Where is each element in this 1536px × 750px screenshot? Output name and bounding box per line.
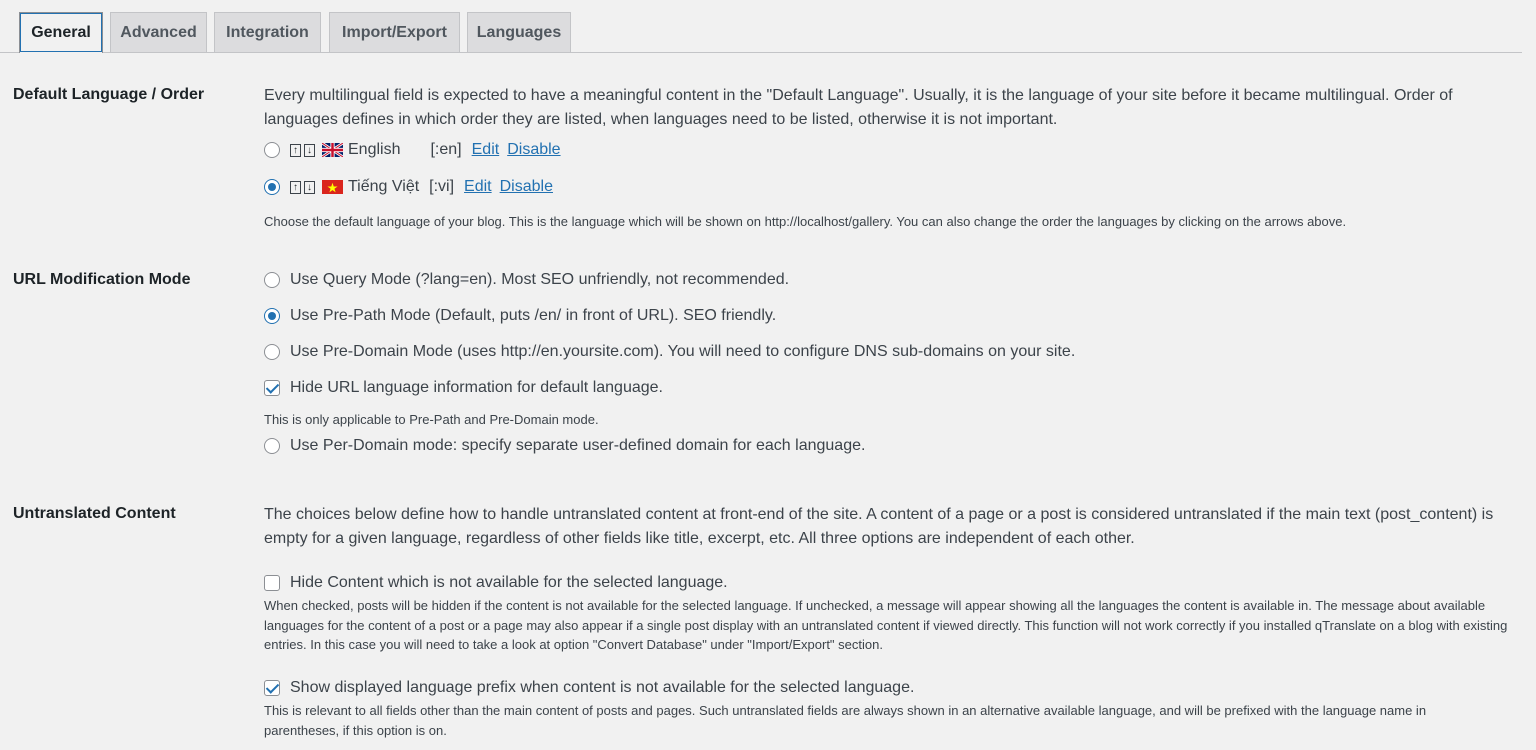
show-prefix-checkbox[interactable] [264,680,280,696]
untranslated-description: The choices below define how to handle u… [264,506,1494,547]
move-down-icon[interactable]: ↓ [304,180,315,194]
default-language-note: Choose the default language of your blog… [264,214,1347,229]
hide-url-note: This is only applicable to Pre-Path and … [264,412,599,427]
language-code-vietnamese: [:vi] [429,178,455,195]
hide-content-option: Hide Content which is not available for … [264,572,728,594]
tab-import-export[interactable]: Import/Export [329,12,460,52]
url-mode-label-query: Use Query Mode (?lang=en). Most SEO unfr… [290,271,790,288]
url-mode-label-predomain: Use Pre-Domain Mode (uses http://en.your… [290,343,1076,360]
disable-english-link[interactable]: Disable [507,141,560,159]
url-mode-radio-perdomain[interactable] [264,438,280,454]
url-mode-radio-predomain[interactable] [264,344,280,360]
show-prefix-option: Show displayed language prefix when cont… [264,677,914,699]
hide-url-option: Hide URL language information for defaul… [264,377,663,399]
untranslated-heading: Untranslated Content [13,505,176,522]
move-up-icon[interactable]: ↑ [290,180,301,194]
url-mode-option-predomain: Use Pre-Domain Mode (uses http://en.your… [264,341,1075,363]
uk-flag-icon [322,143,343,157]
default-language-radio-vietnamese[interactable] [264,179,280,195]
tabs-divider [0,52,1522,53]
tab-integration[interactable]: Integration [214,12,321,52]
move-up-icon[interactable]: ↑ [290,143,301,157]
language-name-vietnamese: Tiếng Việt [348,178,420,195]
hide-url-label: Hide URL language information for defaul… [290,379,663,396]
move-down-icon[interactable]: ↓ [304,143,315,157]
language-code-english: [:en] [430,141,462,158]
hide-content-label: Hide Content which is not available for … [290,574,728,591]
settings-tabs: General Advanced Integration Import/Expo… [0,0,1522,53]
show-prefix-label: Show displayed language prefix when cont… [290,679,915,696]
url-mode-label-prepath: Use Pre-Path Mode (Default, puts /en/ in… [290,307,777,324]
default-language-heading: Default Language / Order [13,86,205,103]
language-row-vietnamese: ↑ ↓ Tiếng Việt [:vi] Edit Disable [264,176,561,198]
disable-vietnamese-link[interactable]: Disable [500,178,553,196]
vn-flag-icon [322,180,343,194]
tab-general[interactable]: General [19,12,103,53]
tab-advanced[interactable]: Advanced [110,12,207,52]
language-row-english: ↑ ↓ English [:en] Edit Disable [264,139,569,161]
edit-english-link[interactable]: Edit [472,141,500,159]
show-prefix-note: This is relevant to all fields other tha… [264,703,1427,738]
url-mode-option-prepath: Use Pre-Path Mode (Default, puts /en/ in… [264,305,776,327]
url-mode-label-perdomain: Use Per-Domain mode: specify separate us… [290,437,866,454]
url-mode-radio-query[interactable] [264,272,280,288]
hide-content-note: When checked, posts will be hidden if th… [264,598,1508,652]
tab-languages[interactable]: Languages [467,12,571,52]
edit-vietnamese-link[interactable]: Edit [464,178,492,196]
hide-content-checkbox[interactable] [264,575,280,591]
url-mode-option-perdomain: Use Per-Domain mode: specify separate us… [264,435,865,457]
url-mode-option-query: Use Query Mode (?lang=en). Most SEO unfr… [264,269,789,291]
url-mode-radio-prepath[interactable] [264,308,280,324]
language-name-english: English [348,141,401,158]
hide-url-checkbox[interactable] [264,380,280,396]
url-mode-heading: URL Modification Mode [13,271,191,288]
default-language-radio-english[interactable] [264,142,280,158]
default-language-description: Every multilingual field is expected to … [264,87,1453,128]
